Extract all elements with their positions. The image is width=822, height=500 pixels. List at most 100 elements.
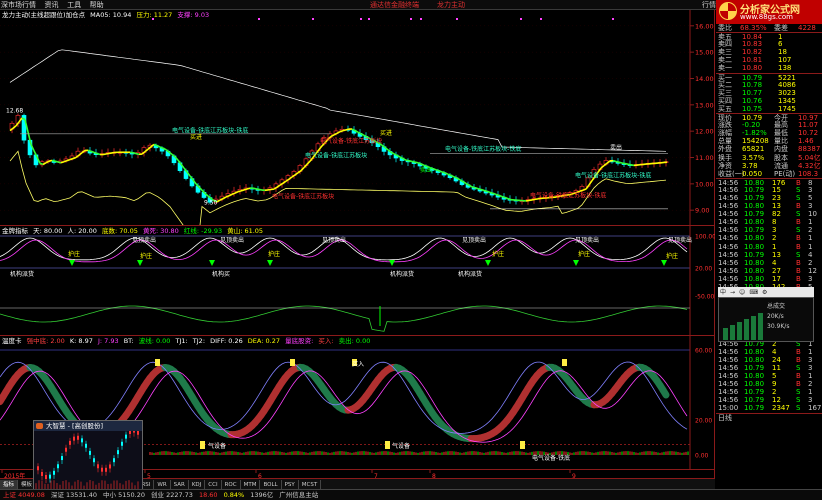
speed-popup-svg: 总成交 20K/s 30.9K/s bbox=[723, 302, 789, 340]
bid-label: 买三 bbox=[718, 88, 732, 97]
arrow-marker bbox=[137, 260, 143, 266]
toolbar-item[interactable]: 中 bbox=[718, 288, 728, 297]
signal-dot bbox=[540, 18, 542, 20]
arrow-marker bbox=[389, 260, 395, 266]
ma05-segment bbox=[501, 195, 506, 199]
tick-price: 10.80 bbox=[744, 355, 765, 364]
main-price-pane[interactable]: 16.00 15.00 14.00 13.00 12.00 11.00 10.00 9.00 1… bbox=[0, 10, 715, 226]
price-chart-svg[interactable]: 16.00 15.00 14.00 13.00 12.00 11.00 10.00 9.00 1… bbox=[0, 10, 715, 226]
tick-volume: 2 bbox=[772, 234, 777, 243]
tick-row: 14:56 10.79 12 S 3 bbox=[716, 396, 822, 404]
tab-sar[interactable]: SAR bbox=[171, 480, 189, 489]
ma05-segment bbox=[612, 159, 617, 163]
tab-psy[interactable]: PSY bbox=[282, 480, 299, 489]
sector-label: 气设备 bbox=[208, 442, 226, 450]
tick-time: 14:56 bbox=[718, 274, 739, 283]
indicator-1-svg[interactable]: 100.00 20.00 -50.00 见顶卖出 见顶卖出 见顶卖出 见顶卖出 见顶卖出 见顶卖… bbox=[0, 226, 715, 336]
tab-roc[interactable]: ROC bbox=[222, 480, 241, 489]
chart-area[interactable]: 16.00 15.00 14.00 13.00 12.00 11.00 10.00 9.00 1… bbox=[0, 10, 715, 489]
main-pressure: 压力: 11.27 bbox=[136, 11, 173, 19]
speed-popup[interactable]: 总成交 20K/s 30.9K/s bbox=[718, 297, 814, 342]
ind2-a: 强中底: 2.00 bbox=[26, 337, 65, 345]
tick-side: S bbox=[796, 193, 801, 202]
bid-row: 买四 10.76 1345 bbox=[716, 97, 822, 105]
ind2-extra1: 量底股资: bbox=[285, 337, 314, 345]
bid-label: 买二 bbox=[718, 80, 732, 89]
tick-row: 14:56 10.79 11 S 3 bbox=[716, 364, 822, 372]
tab-mcst[interactable]: MCST bbox=[299, 480, 322, 489]
tab-wr[interactable]: WR bbox=[154, 480, 171, 489]
menu-help[interactable]: 帮助 bbox=[89, 0, 109, 9]
stat-value: 3.57% bbox=[742, 153, 765, 162]
ad-text-2[interactable]: 龙力主动 bbox=[437, 0, 465, 9]
tick-side: B bbox=[796, 234, 801, 243]
ad-text[interactable]: 通达信金融终端 bbox=[370, 0, 419, 9]
tick-price: 10.79 bbox=[744, 210, 765, 219]
price-axis-label: 15.00 bbox=[695, 49, 714, 57]
tick-price: 10.79 bbox=[744, 193, 765, 202]
tick-side: B bbox=[796, 355, 801, 364]
high-price-label: 12.68 bbox=[6, 108, 23, 115]
toolbar-item[interactable]: ⌨ bbox=[747, 288, 760, 297]
ratio-value: 68.35% bbox=[740, 24, 767, 32]
tick-row: 14:56 10.80 176 B 8 bbox=[716, 177, 822, 187]
ma05-segment bbox=[405, 159, 410, 162]
ind1-note1: 黄死: 30.80 bbox=[142, 227, 179, 235]
toolbar-item[interactable]: → bbox=[728, 288, 737, 297]
protect-label: 护庄 bbox=[666, 252, 678, 260]
quote-header: 委比 68.35% 委差 4228 bbox=[716, 24, 822, 32]
main-indicator-name: 龙力主动(主线超跟位)加仓点 bbox=[2, 11, 86, 19]
ind1-axis-label: -50.00 bbox=[695, 294, 715, 301]
status-bar: 上证 4049.08 深证 13531.40 中小 5150.20 创业 2227.7… bbox=[0, 489, 822, 500]
stat-label: 最高 bbox=[774, 121, 788, 130]
floating-window-header[interactable]: 大智慧 - [高创股份] bbox=[34, 421, 142, 431]
peak-label: 见顶卖出 bbox=[322, 236, 346, 244]
stat-label: 流通 bbox=[774, 161, 788, 170]
tab-cci[interactable]: CCI bbox=[205, 480, 222, 489]
window-label[interactable]: 行情 bbox=[702, 0, 716, 9]
indicator-1-pane[interactable]: 100.00 20.00 -50.00 见顶卖出 见顶卖出 见顶卖出 见顶卖出 见顶卖出 见顶卖… bbox=[0, 226, 715, 336]
mini-candle-body bbox=[57, 464, 59, 469]
tick-time: 14:56 bbox=[718, 363, 739, 372]
stat-label: 内盘 bbox=[774, 145, 788, 154]
signal-dot bbox=[368, 18, 370, 20]
stat-value: 154208 bbox=[742, 137, 769, 146]
bottom-marker bbox=[520, 441, 525, 449]
toolbar-item[interactable]: ⚙ bbox=[760, 288, 769, 297]
x-axis-label: 2015年 bbox=[4, 472, 25, 479]
ind2-tj1: TJ1: bbox=[175, 337, 188, 345]
floating-window[interactable]: 大智慧 - [高创股份] bbox=[33, 420, 143, 492]
status-item: 上证 4049.08 bbox=[3, 491, 45, 499]
toolbar-item[interactable]: ☺ bbox=[737, 288, 747, 297]
stat-value: 108.3 bbox=[798, 169, 819, 178]
tab-boll[interactable]: BOLL bbox=[260, 480, 282, 489]
menu-market[interactable]: 深市场行情 bbox=[0, 0, 41, 9]
arrow-marker bbox=[267, 260, 273, 266]
tick-price: 10.80 bbox=[744, 372, 765, 381]
tick-count: 2 bbox=[808, 380, 813, 389]
ask-label: 卖一 bbox=[718, 64, 732, 73]
mini-candle-body bbox=[41, 471, 43, 476]
tick-count: 167 bbox=[808, 404, 822, 413]
tab-kdj[interactable]: KDJ bbox=[189, 480, 206, 489]
menu-news[interactable]: 资讯 bbox=[44, 0, 64, 9]
floating-window-title: 大智慧 - [高创股份] bbox=[46, 422, 104, 430]
tick-count: 5 bbox=[808, 193, 813, 202]
tick-volume: 17 bbox=[772, 274, 781, 283]
ma05-segment bbox=[96, 152, 101, 156]
tick-time: 14:56 bbox=[718, 250, 739, 259]
arrow-marker bbox=[209, 260, 215, 266]
stat-row: 涨跌 -0.20 最高 11.07 bbox=[716, 121, 822, 129]
tick-count: 3 bbox=[808, 274, 813, 283]
tab-指标[interactable]: 指标 bbox=[0, 480, 19, 489]
tick-row: 14:56 10.80 9 B 2 bbox=[716, 380, 822, 388]
support-line bbox=[9, 150, 667, 225]
sector-label: 电气设备-铁底江苏板块 bbox=[272, 192, 334, 200]
protect-label: 护庄 bbox=[68, 250, 80, 258]
status-item: 18.60 bbox=[198, 491, 218, 499]
speed-bar bbox=[730, 325, 735, 340]
menu-tools[interactable]: 工具 bbox=[66, 0, 86, 9]
ma05-segment bbox=[93, 151, 98, 155]
tab-mtm[interactable]: MTM bbox=[241, 480, 261, 489]
tick-count: 3 bbox=[808, 396, 813, 405]
